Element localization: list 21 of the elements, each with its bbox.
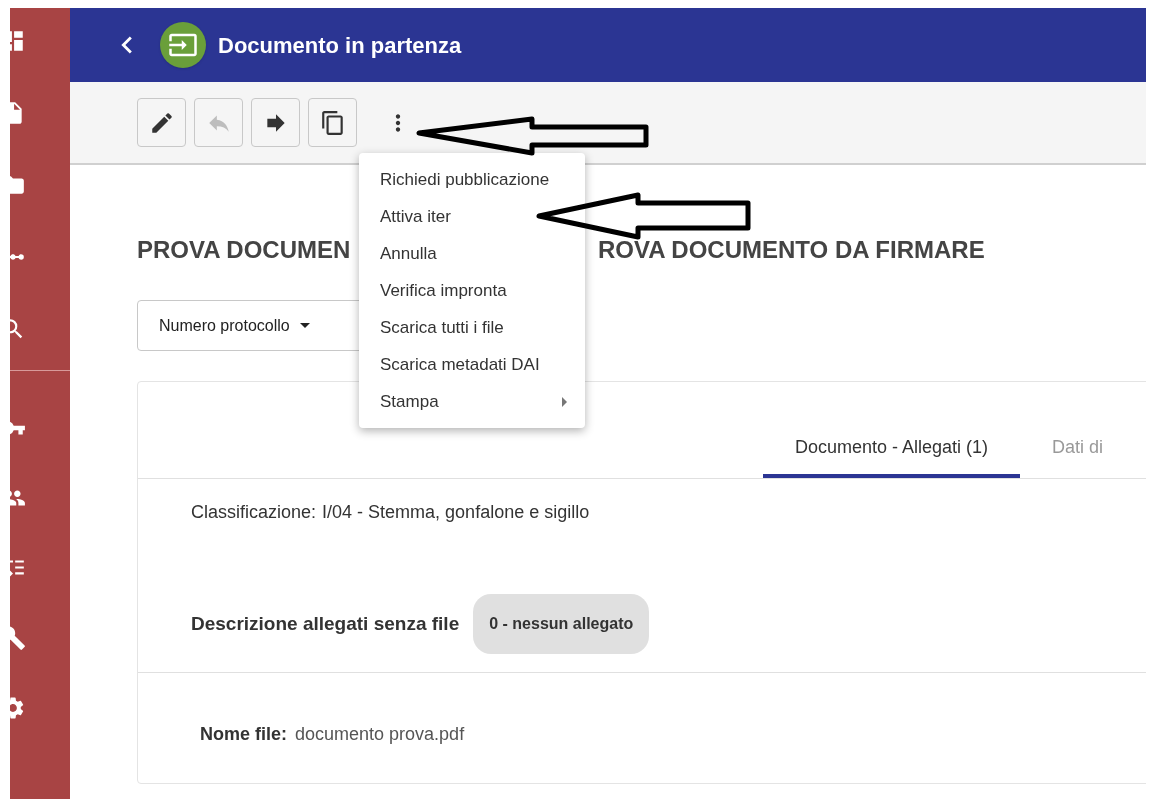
menu-item[interactable]: Annulla [359, 235, 585, 272]
attachments-chip: 0 - nessun allegato [473, 594, 650, 654]
dropdown-caret-icon [299, 323, 310, 328]
menu-item[interactable]: Stampa [359, 383, 585, 420]
submenu-arrow-icon [562, 396, 567, 407]
classification-label: Classificazione: [191, 502, 317, 522]
copy-icon [319, 109, 346, 136]
copy-button[interactable] [308, 98, 357, 147]
edit-button[interactable] [137, 98, 186, 147]
tab[interactable]: Documento - Allegati (1) [763, 420, 1021, 478]
document-title: PROVA DOCUMEN [137, 236, 351, 263]
file-name-value: documento prova.pdf [295, 724, 465, 744]
menu-item[interactable]: Attiva iter [359, 198, 585, 235]
attachments-description-label: Descrizione allegati senza file [191, 611, 460, 636]
outgoing-document-icon [160, 22, 206, 68]
forward-button[interactable] [251, 98, 300, 147]
file-name-label: Nome file: [200, 724, 287, 744]
classification-value: I/04 - Stemma, gonfalone e sigillo [322, 502, 590, 522]
menu-item[interactable]: Richiedi pubblicazione [359, 161, 585, 198]
document-title: ROVA DOCUMENTO DA FIRMARE [598, 235, 985, 265]
page-title: Documento in partenza [218, 31, 462, 60]
